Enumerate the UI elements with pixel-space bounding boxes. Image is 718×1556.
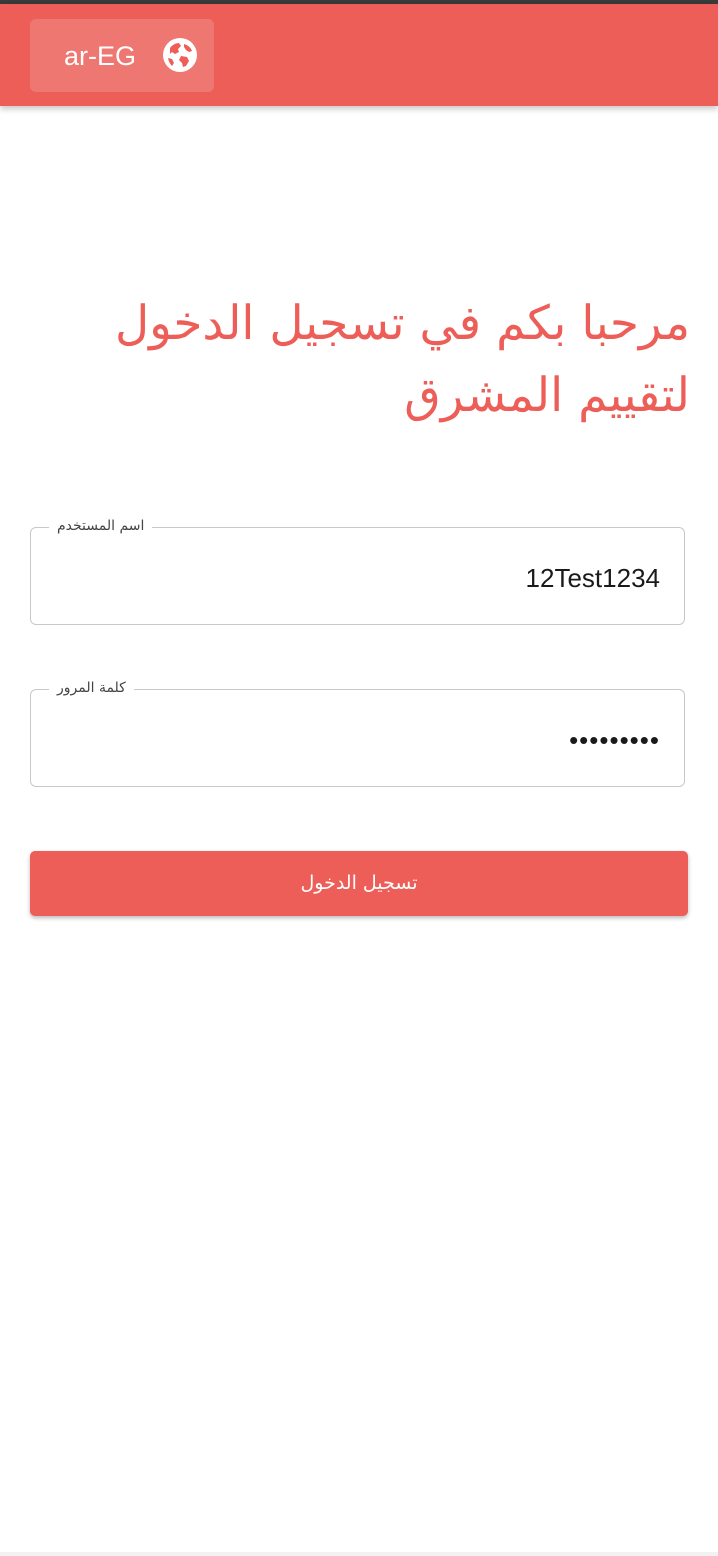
password-label: كلمة المرور: [49, 677, 134, 699]
app-bar: ar-EG: [0, 4, 718, 106]
login-button[interactable]: تسجيل الدخول: [30, 851, 688, 916]
page-title: مرحبا بكم في تسجيل الدخول لتقييم المشرق: [114, 296, 690, 423]
password-field[interactable]: كلمة المرور: [30, 677, 685, 787]
globe-icon: [162, 37, 198, 73]
username-field[interactable]: اسم المستخدم: [30, 515, 685, 625]
password-input[interactable]: [47, 720, 660, 760]
language-selector-button[interactable]: ar-EG: [30, 19, 214, 92]
username-label: اسم المستخدم: [49, 515, 153, 537]
bottom-edge: [0, 1552, 718, 1556]
username-input[interactable]: [47, 558, 660, 598]
language-label: ar-EG: [64, 41, 137, 71]
